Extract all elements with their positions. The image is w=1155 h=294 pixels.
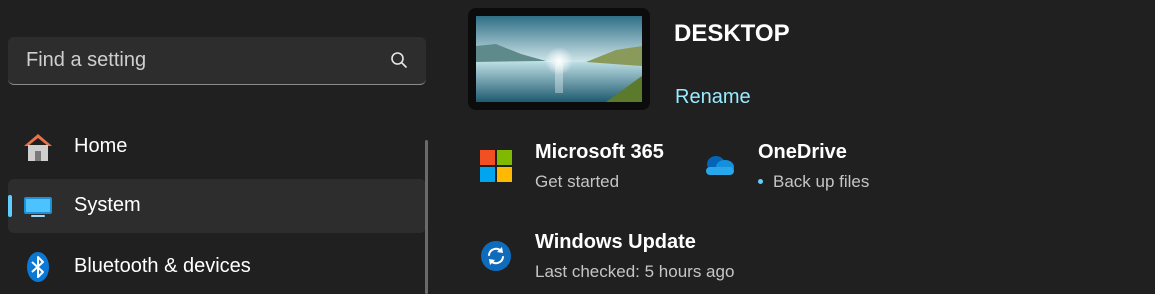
device-name: DESKTOP (674, 20, 790, 47)
sidebar-item-system[interactable]: System (8, 179, 426, 233)
sidebar-item-label: Home (74, 135, 128, 157)
status-dot (758, 179, 763, 184)
microsoft-365-icon (480, 150, 512, 182)
desktop-wallpaper-thumbnail (468, 8, 650, 110)
bluetooth-icon (27, 252, 49, 282)
sidebar-scrollbar[interactable] (425, 140, 428, 294)
onedrive-subtitle: Back up files (773, 172, 870, 191)
windows-update-title: Windows Update (535, 231, 696, 253)
selection-indicator (8, 195, 12, 217)
microsoft-365-title: Microsoft 365 (535, 141, 664, 163)
sidebar-item-bluetooth[interactable]: Bluetooth & devices (8, 240, 426, 294)
search-input[interactable] (8, 37, 386, 83)
windows-update-subtitle: Last checked: 5 hours ago (535, 262, 735, 281)
sidebar-item-home[interactable]: Home (8, 120, 426, 174)
sidebar-item-label: Bluetooth & devices (74, 255, 251, 277)
onedrive-title: OneDrive (758, 141, 847, 163)
home-icon (24, 134, 52, 161)
search-icon[interactable] (390, 51, 408, 69)
sidebar-item-label: System (74, 194, 141, 216)
sidebar: Home System Bluetooth & devices (0, 0, 436, 294)
system-display-icon (24, 197, 52, 217)
windows-update-icon (481, 241, 511, 271)
search-box[interactable] (8, 37, 426, 85)
microsoft-365-subtitle: Get started (535, 172, 620, 191)
wallpaper-image (476, 16, 642, 102)
onedrive-icon (706, 156, 734, 175)
rename-link[interactable]: Rename (675, 86, 751, 109)
